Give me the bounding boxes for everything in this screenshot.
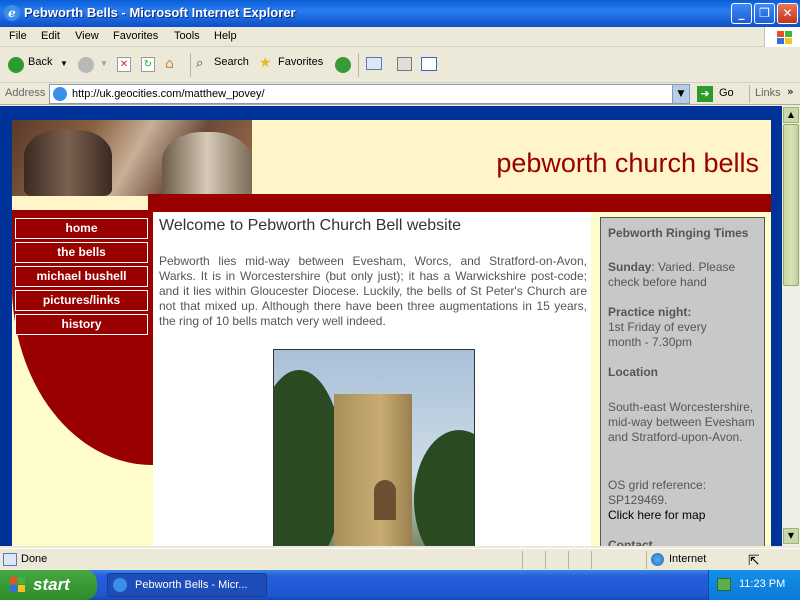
system-tray: 11:23 PM <box>708 570 800 600</box>
page-viewport: pebworth church bells home the bells mic… <box>0 106 782 546</box>
page-background: pebworth church bells home the bells mic… <box>0 106 782 546</box>
ringing-times-title: Pebworth Ringing Times <box>608 226 749 240</box>
banner-red-strip <box>148 194 771 212</box>
home-icon[interactable]: ⌂ <box>165 56 181 72</box>
contact-label: Contact <box>608 538 653 546</box>
vertical-scrollbar[interactable]: ▲ ▼ <box>782 106 800 546</box>
nav-pictures-links[interactable]: pictures/links <box>15 290 148 311</box>
menu-edit[interactable]: Edit <box>41 30 60 42</box>
menu-file[interactable]: File <box>9 30 27 42</box>
back-arrow-icon[interactable] <box>8 57 24 73</box>
status-divider <box>591 551 592 569</box>
page-heading: Welcome to Pebworth Church Bell website <box>159 217 462 234</box>
sunday-label: Sunday <box>608 260 652 274</box>
maximize-button[interactable]: ❐ <box>754 3 775 24</box>
favorites-button[interactable]: Favorites <box>278 56 323 68</box>
print-icon[interactable] <box>397 57 412 71</box>
favorites-star-icon[interactable]: ★ <box>259 55 272 71</box>
search-icon[interactable]: ⌕ <box>196 56 203 71</box>
clock[interactable]: 11:23 PM <box>739 578 785 590</box>
address-label: Address <box>5 87 46 99</box>
ie-icon: e <box>4 5 20 21</box>
scroll-down-icon[interactable]: ▼ <box>783 528 799 544</box>
toolbar-divider <box>358 53 359 77</box>
mouse-cursor-icon: ⇱ <box>748 553 760 569</box>
intro-paragraph: Pebworth lies mid-way between Evesham, W… <box>159 254 587 328</box>
page-container: pebworth church bells home the bells mic… <box>12 120 771 546</box>
menu-view[interactable]: View <box>75 30 99 42</box>
nav-the-bells[interactable]: the bells <box>15 242 148 263</box>
windows-logo-icon <box>764 27 800 47</box>
internet-globe-icon <box>651 553 664 566</box>
status-text: Done <box>21 553 48 565</box>
toolbar: Back ▼ ▼ ✕ ↻ ⌂ ⌕ Search ★ Favorites <box>0 47 800 83</box>
menu-favorites[interactable]: Favorites <box>113 30 158 42</box>
taskbar-item-label[interactable]: Pebworth Bells - Micr... <box>135 579 247 591</box>
ringing-times-panel: Pebworth Ringing Times Sunday: Varied. P… <box>600 217 765 546</box>
nav-home[interactable]: home <box>15 218 148 239</box>
page-status-icon <box>3 553 17 566</box>
search-button[interactable]: Search <box>214 56 249 68</box>
window-title: Pebworth Bells - Microsoft Internet Expl… <box>24 5 296 20</box>
edit-icon[interactable] <box>421 57 437 71</box>
nav-michael-bushell[interactable]: michael bushell <box>15 266 148 287</box>
map-link[interactable]: Click here for map <box>608 508 705 523</box>
toolbar-divider <box>190 53 191 77</box>
history-icon[interactable] <box>335 57 351 73</box>
location-label: Location <box>608 365 658 379</box>
taskbar: start Pebworth Bells - Micr... 11:23 PM <box>0 570 800 600</box>
site-title: pebworth church bells <box>496 148 759 178</box>
links-button[interactable]: Links <box>755 87 781 99</box>
bells-photo <box>12 120 252 196</box>
address-dropdown-icon[interactable]: ▼ <box>672 85 689 103</box>
practice-text: 1st Friday of every month - 7.30pm <box>608 320 707 349</box>
close-button[interactable]: ✕ <box>777 3 798 24</box>
mail-icon[interactable] <box>366 57 382 70</box>
taskbar-item-ie[interactable]: Pebworth Bells - Micr... <box>107 573 267 597</box>
forward-dropdown-icon[interactable]: ▼ <box>100 59 108 68</box>
menu-bar: File Edit View Favorites Tools Help <box>0 27 800 47</box>
windows-flag-icon <box>10 577 26 593</box>
title-bar: e Pebworth Bells - Microsoft Internet Ex… <box>0 0 800 27</box>
address-url[interactable]: http://uk.geocities.com/matthew_povey/ <box>72 88 265 100</box>
address-input[interactable]: http://uk.geocities.com/matthew_povey/ ▼ <box>49 84 690 104</box>
menu-help[interactable]: Help <box>214 30 237 42</box>
location-text: South-east Worcestershire, mid-way betwe… <box>608 400 755 444</box>
menu-tools[interactable]: Tools <box>174 30 200 42</box>
main-content: Welcome to Pebworth Church Bell website … <box>153 212 591 546</box>
status-bar: Done Internet ⇱ <box>0 548 800 570</box>
stop-icon[interactable]: ✕ <box>117 57 131 72</box>
status-divider <box>568 551 569 569</box>
page-icon <box>53 87 67 101</box>
tray-network-icon[interactable] <box>717 578 731 591</box>
address-divider <box>749 85 750 103</box>
zone-text: Internet <box>669 553 707 565</box>
address-bar: Address http://uk.geocities.com/matthew_… <box>0 83 800 105</box>
links-chevron-icon[interactable]: » <box>787 85 794 98</box>
scroll-thumb[interactable] <box>783 124 799 286</box>
scroll-up-icon[interactable]: ▲ <box>783 107 799 123</box>
church-photo <box>273 349 475 546</box>
ie-taskbar-icon <box>113 578 127 592</box>
sunday-times: Sunday: Varied. Please check before hand <box>608 260 758 290</box>
minimize-button[interactable]: _ <box>731 3 752 24</box>
forward-arrow-icon[interactable] <box>78 57 94 73</box>
practice-label: Practice night: <box>608 305 692 319</box>
status-divider <box>646 551 647 569</box>
go-button[interactable]: Go <box>719 87 734 99</box>
go-arrow-icon[interactable]: ➜ <box>697 86 713 102</box>
status-divider <box>545 551 546 569</box>
nav-history[interactable]: history <box>15 314 148 335</box>
grid-reference: OS grid reference: SP129469. <box>608 478 707 507</box>
start-label[interactable]: start <box>33 575 70 595</box>
back-button[interactable]: Back <box>28 56 52 68</box>
status-divider <box>522 551 523 569</box>
start-button[interactable]: start <box>0 570 97 600</box>
refresh-icon[interactable]: ↻ <box>141 57 155 72</box>
back-dropdown-icon[interactable]: ▼ <box>60 59 68 68</box>
